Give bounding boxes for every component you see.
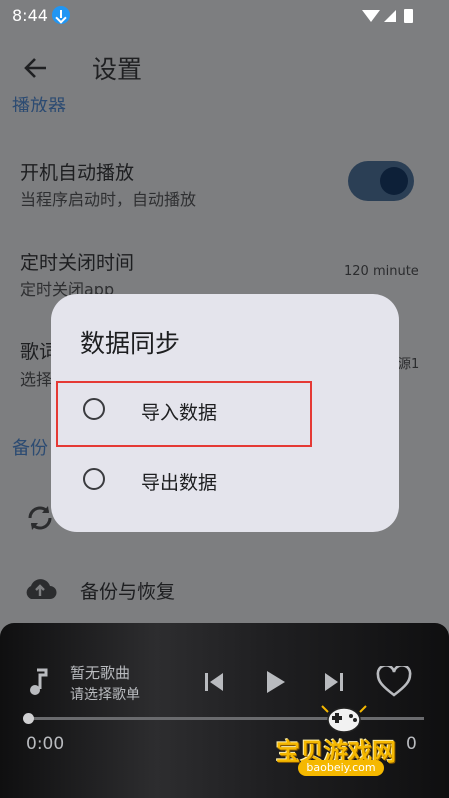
back-arrow-icon[interactable] (22, 54, 50, 82)
timer-title[interactable]: 定时关闭时间 (20, 248, 134, 275)
next-icon[interactable] (322, 670, 346, 694)
download-icon (52, 6, 70, 24)
lyrics-subtitle: 选择 (20, 370, 53, 389)
timer-value: 120 minute (344, 264, 419, 279)
autoplay-toggle-knob (380, 167, 408, 195)
signal-icon (384, 10, 396, 22)
import-radio[interactable] (83, 398, 105, 420)
app-bar (0, 38, 449, 100)
cloud-upload-icon (26, 579, 57, 599)
export-option-label[interactable]: 导出数据 (141, 468, 217, 495)
export-radio[interactable] (83, 468, 105, 490)
dialog-title: 数据同步 (80, 329, 181, 358)
time-end: 0 (406, 734, 417, 754)
battery-icon (404, 9, 413, 23)
watermark-url: baobeiy.com (298, 760, 384, 776)
import-option-label[interactable]: 导入数据 (141, 398, 217, 425)
progress-knob[interactable] (23, 713, 34, 724)
page-title: 设置 (92, 55, 143, 84)
favorite-icon[interactable] (376, 666, 412, 698)
previous-icon[interactable] (202, 670, 226, 694)
status-time: 8:44 (12, 6, 48, 25)
autoplay-subtitle: 当程序启动时，自动播放 (20, 190, 197, 209)
section-header-backup: 备份 (12, 438, 48, 459)
section-header-player: 播放器 (12, 96, 66, 112)
watermark-logo (321, 705, 367, 733)
wifi-icon (362, 10, 380, 22)
status-icons (362, 9, 413, 23)
lyrics-value: 源1 (398, 357, 420, 372)
music-note-icon (30, 668, 48, 695)
autoplay-title: 开机自动播放 (20, 162, 135, 184)
play-icon[interactable] (262, 668, 288, 696)
song-title: 暂无歌曲 (70, 664, 131, 682)
song-subtitle: 请选择歌单 (70, 687, 140, 703)
time-current: 0:00 (26, 734, 65, 754)
backup-restore-label[interactable]: 备份与恢复 (80, 577, 175, 604)
